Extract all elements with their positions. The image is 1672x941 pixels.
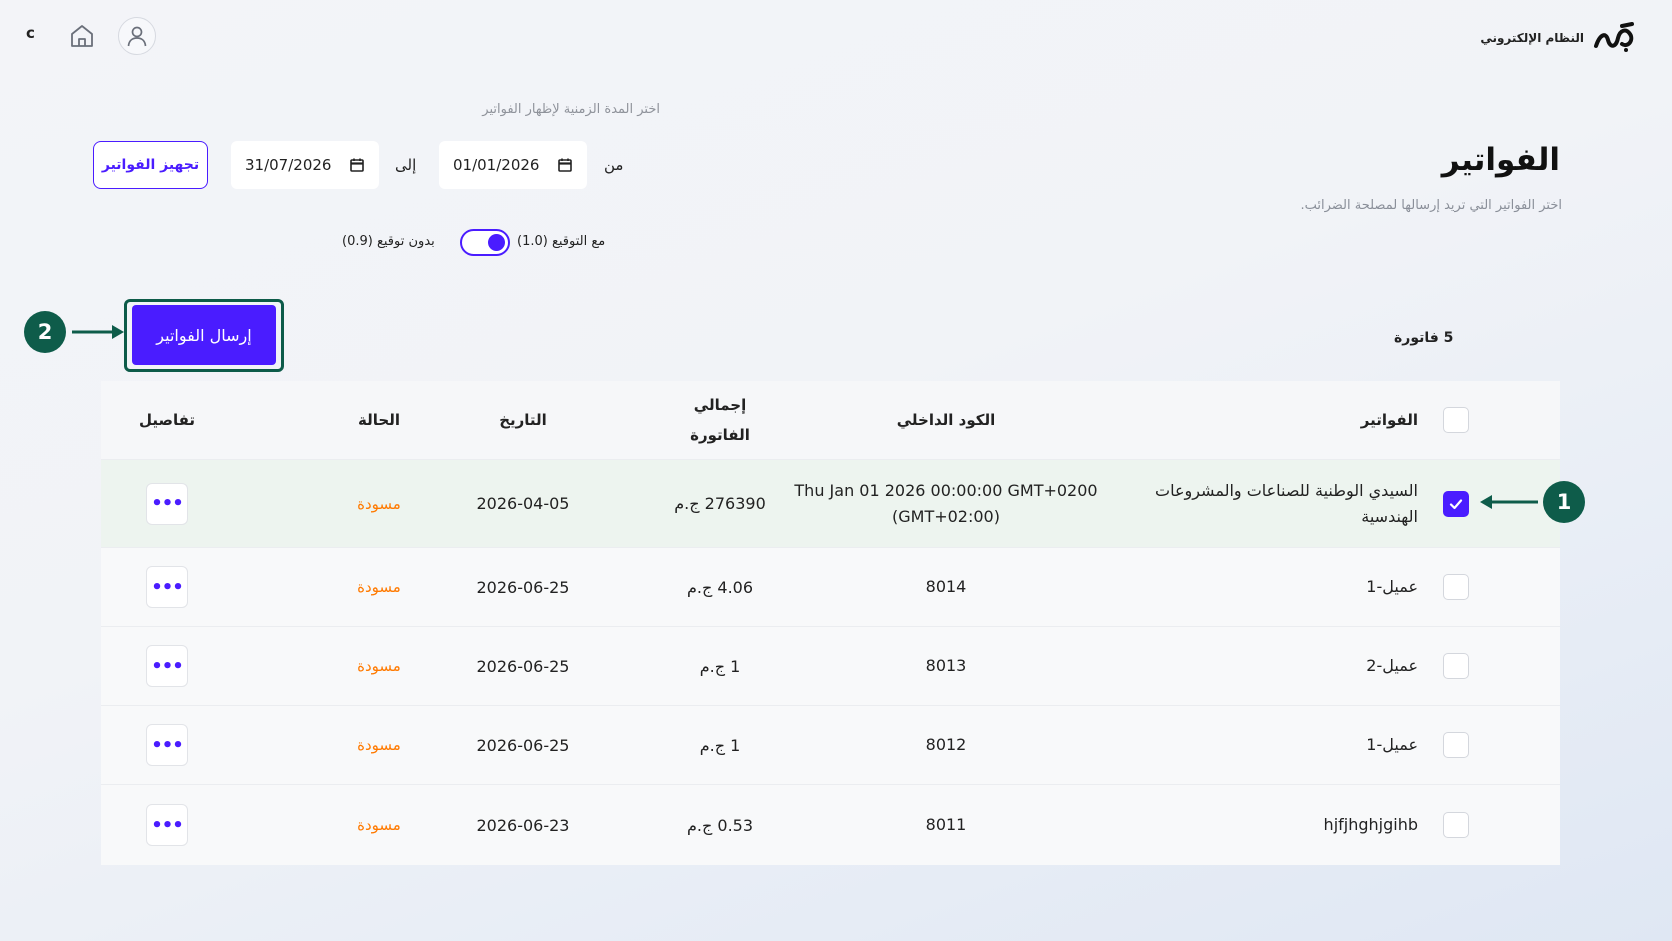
annotation-badge-2: 2 (24, 311, 66, 353)
invoice-name: عميل-1 (1366, 577, 1418, 596)
header-total-line2: الفاتورة (690, 426, 750, 444)
invoice-date: 2026-06-25 (476, 577, 570, 597)
from-date-input[interactable]: 01/01/2026 (439, 141, 587, 189)
select-all-checkbox[interactable] (1443, 407, 1469, 433)
status-badge: مسودة (357, 494, 401, 513)
details-cell: ••• (131, 706, 203, 784)
prepare-invoices-button[interactable]: تجهيز الفواتير (93, 141, 208, 189)
annotation-badge-1: 1 (1543, 481, 1585, 523)
status-cell: مسودة (329, 460, 429, 547)
invoice-name: عميل-1 (1366, 735, 1418, 754)
row-checkbox[interactable] (1443, 732, 1469, 758)
invoice-total: 276390 ج.م (674, 494, 766, 513)
more-options-icon[interactable]: ••• (146, 804, 188, 846)
header-invoices: الفواتير (1360, 411, 1418, 429)
invoice-date: 2026-06-25 (476, 656, 570, 676)
row-checkbox[interactable] (1443, 812, 1469, 838)
status-badge: مسودة (357, 816, 401, 834)
page-subtitle: اختر الفواتير التي تريد إرسالها لمصلحة ا… (1300, 198, 1562, 213)
header-internal-code: الكود الداخلي (896, 411, 996, 429)
header-details: تفاصيل (138, 411, 196, 429)
table-row[interactable]: عميل-1 8014 4.06 ج.م 2026-06-25 مسودة ••… (101, 548, 1560, 627)
table-row[interactable]: السيدي الوطنية للصناعات والمشروعات الهند… (101, 460, 1560, 548)
header-total-line1: إجمالي (693, 396, 747, 414)
send-invoices-button[interactable]: إرسال الفواتير (132, 305, 276, 365)
annotation-arrow-right-icon (72, 325, 124, 339)
signature-toggle[interactable] (460, 229, 510, 256)
to-date-value: 31/07/2026 (245, 156, 332, 174)
home-icon[interactable] (68, 22, 96, 50)
invoices-table: الفواتير الكود الداخلي إجمالي الفاتورة ا… (101, 381, 1560, 865)
calendar-icon[interactable] (349, 157, 365, 173)
details-cell: ••• (131, 627, 203, 705)
status-cell: مسودة (329, 627, 429, 705)
logo-mark-icon (1594, 22, 1634, 52)
header-status: الحالة (358, 411, 400, 429)
table-row[interactable]: hjfjhghjgihb 8011 0.53 ج.م 2026-06-23 مس… (101, 785, 1560, 865)
check-icon (1449, 498, 1463, 509)
status-cell: مسودة (329, 785, 429, 865)
with-signature-label: مع التوقيع (1.0) (517, 234, 606, 249)
user-icon[interactable] (118, 17, 156, 55)
header-letter: c (26, 24, 35, 42)
table-header: الفواتير الكود الداخلي إجمالي الفاتورة ا… (101, 381, 1560, 460)
to-label: إلى (395, 156, 417, 174)
details-cell: ••• (131, 460, 203, 547)
status-cell: مسودة (329, 548, 429, 626)
details-cell: ••• (131, 548, 203, 626)
without-signature-label: بدون توقيع (0.9) (342, 234, 435, 249)
date-range-hint: اختر المدة الزمنية لإظهار الفواتير (482, 102, 660, 117)
invoice-name: hjfjhghjgihb (1323, 815, 1418, 834)
page-title: الفواتير (1441, 142, 1560, 178)
status-badge: مسودة (357, 578, 401, 596)
invoice-date: 2026-06-25 (476, 735, 570, 755)
internal-code: 8011 (925, 815, 967, 834)
row-checkbox[interactable] (1443, 653, 1469, 679)
internal-code: 8012 (925, 735, 967, 754)
internal-code: 8013 (925, 656, 967, 675)
header-total: إجمالي الفاتورة (661, 381, 779, 459)
to-date-input[interactable]: 31/07/2026 (231, 141, 379, 189)
invoice-name: السيدي الوطنية للصناعات والمشروعات الهند… (1155, 480, 1418, 526)
row-checkbox[interactable] (1443, 574, 1469, 600)
status-cell: مسودة (329, 706, 429, 784)
more-options-icon[interactable]: ••• (146, 482, 188, 525)
status-badge: مسودة (357, 736, 401, 754)
internal-code: 8014 (925, 577, 967, 596)
table-row[interactable]: عميل-1 8012 1 ج.م 2026-06-25 مسودة ••• (101, 706, 1560, 785)
more-options-icon[interactable]: ••• (146, 645, 188, 687)
invoice-name: عميل-2 (1366, 656, 1418, 675)
row-checkbox[interactable] (1443, 490, 1469, 517)
invoice-date: 2026-04-05 (476, 494, 570, 513)
table-row[interactable]: عميل-2 8013 1 ج.م 2026-06-25 مسودة ••• (101, 627, 1560, 706)
header-date: التاريخ (499, 411, 547, 429)
app-logo: النظام الإلكتروني (1480, 18, 1636, 58)
calendar-icon[interactable] (557, 157, 573, 173)
more-options-icon[interactable]: ••• (146, 566, 188, 608)
status-badge: مسودة (357, 657, 401, 675)
from-date-value: 01/01/2026 (453, 156, 540, 174)
invoice-count: 5 فاتورة (1394, 330, 1454, 346)
more-options-icon[interactable]: ••• (146, 724, 188, 766)
invoice-total: 1 ج.م (699, 656, 741, 676)
details-cell: ••• (131, 785, 203, 865)
from-label: من (604, 156, 624, 174)
logo-text: النظام الإلكتروني (1480, 31, 1584, 45)
internal-code: Thu Jan 01 2026 00:00:00 GMT+0200 (GMT+0… (794, 480, 1098, 526)
invoice-date: 2026-06-23 (476, 815, 570, 835)
invoice-total: 4.06 ج.م (686, 577, 754, 597)
toggle-knob (488, 234, 505, 251)
invoice-total: 0.53 ج.م (686, 815, 754, 835)
annotation-arrow-left-icon (1480, 495, 1538, 509)
invoice-total: 1 ج.م (699, 735, 741, 755)
